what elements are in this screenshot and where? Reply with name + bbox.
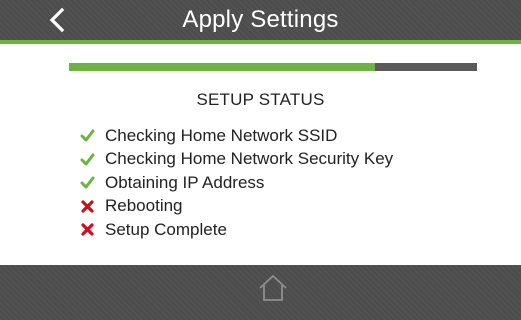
setup-screen: Apply Settings SETUP STATUS Checking Hom… xyxy=(0,0,521,320)
setup-step-rebooting: Rebooting xyxy=(80,195,393,219)
setup-step-obtaining-ip: Obtaining IP Address xyxy=(80,171,393,195)
page-title: Apply Settings xyxy=(182,6,339,33)
x-icon xyxy=(80,222,95,237)
check-icon xyxy=(80,128,95,143)
check-icon xyxy=(80,152,95,167)
setup-step-label: Obtaining IP Address xyxy=(105,172,265,192)
setup-progress-fill xyxy=(69,63,375,71)
setup-step-checking-ssid: Checking Home Network SSID xyxy=(80,124,393,148)
setup-step-label: Rebooting xyxy=(105,196,183,216)
setup-step-setup-complete: Setup Complete xyxy=(80,218,393,242)
home-icon xyxy=(259,274,287,301)
setup-progress-bar xyxy=(69,63,477,71)
setup-status-heading: SETUP STATUS xyxy=(196,90,325,109)
setup-step-label: Setup Complete xyxy=(105,219,227,239)
check-icon xyxy=(80,175,95,190)
setup-step-checking-security-key: Checking Home Network Security Key xyxy=(80,148,393,172)
x-icon xyxy=(80,199,95,214)
setup-step-label: Checking Home Network SSID xyxy=(105,125,338,145)
setup-steps-list: Checking Home Network SSID Checking Home… xyxy=(80,124,393,242)
header-accent-line xyxy=(0,40,521,44)
home-button[interactable] xyxy=(256,272,290,306)
setup-step-label: Checking Home Network Security Key xyxy=(105,149,394,169)
